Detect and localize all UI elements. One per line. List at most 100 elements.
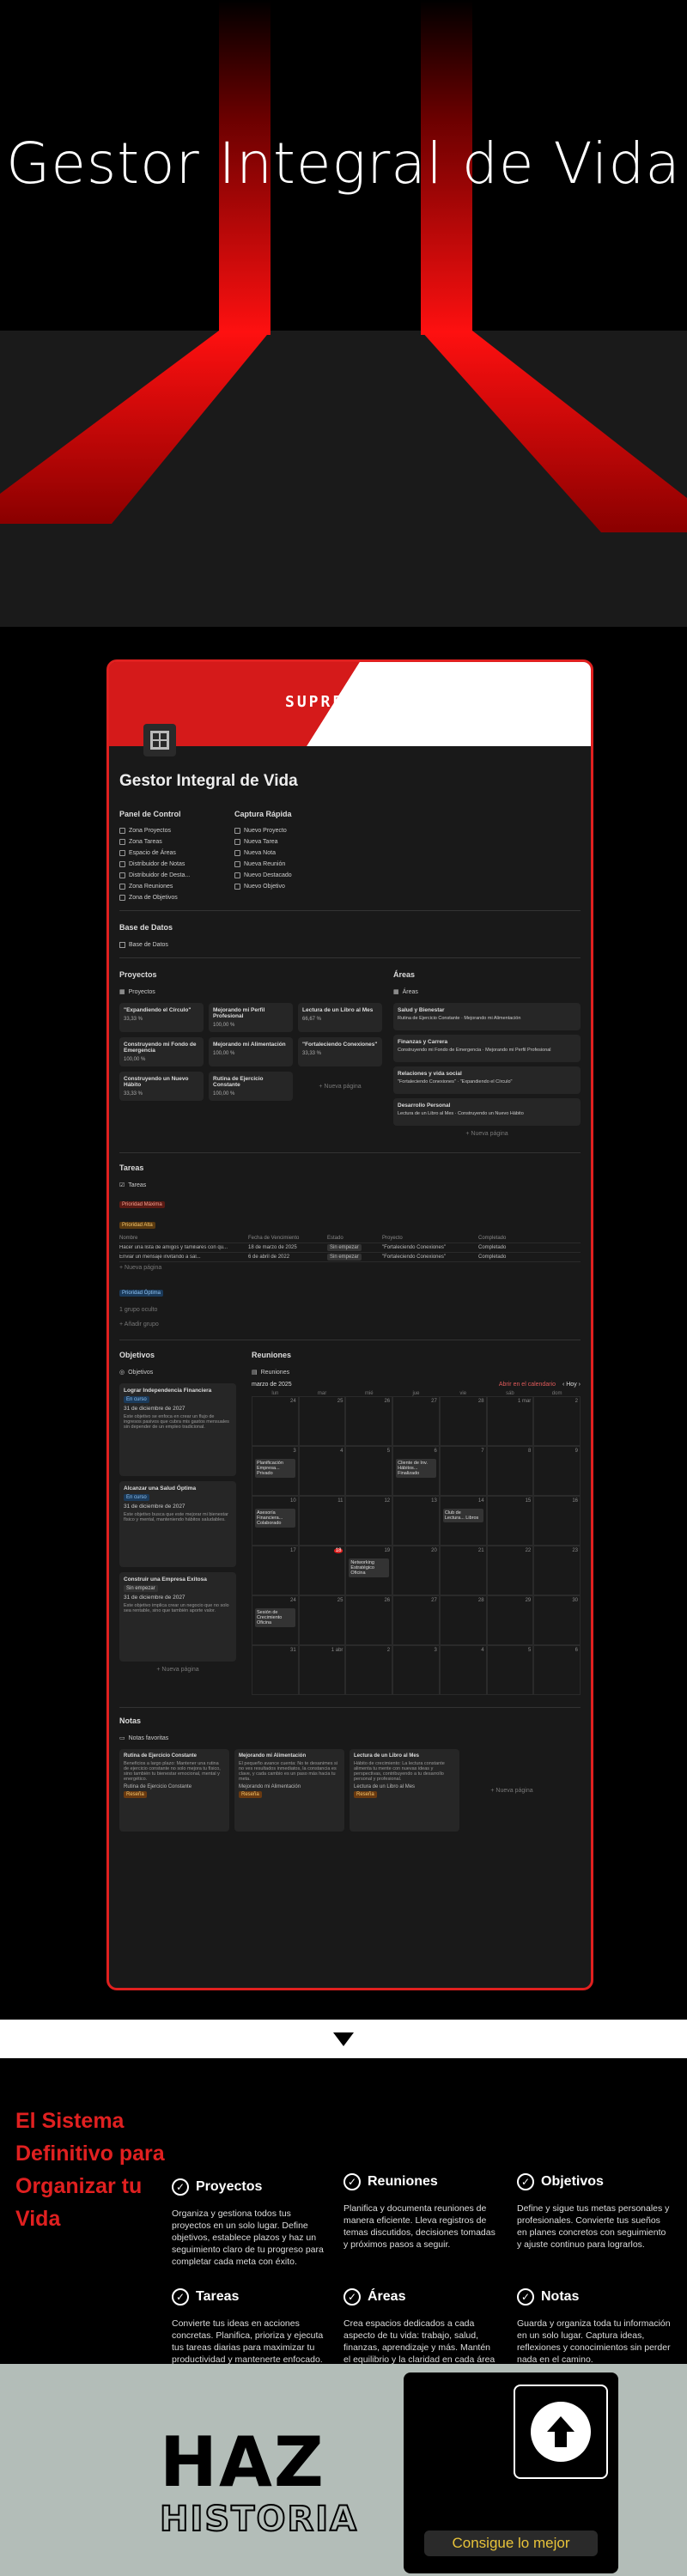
tasks-db-link[interactable]: ☑ Tareas (119, 1179, 581, 1191)
objective-card[interactable]: Lograr Independencia Financiera En curso… (119, 1383, 236, 1476)
objective-card[interactable]: Alcanzar una Salud Óptima En curso 31 de… (119, 1481, 236, 1567)
hidden-group-toggle[interactable]: 1 grupo oculto (119, 1307, 581, 1313)
calendar-day[interactable]: 6 (533, 1645, 581, 1695)
note-card[interactable]: Lectura de un Libro al Mes Hábito de cre… (350, 1749, 459, 1832)
calendar-day[interactable]: 26 (345, 1396, 393, 1446)
project-card[interactable]: "Expandiendo el Círculo" 33,33 % (119, 1003, 204, 1032)
quick-capture-button[interactable]: Nuevo Proyecto (234, 825, 337, 836)
calendar-day[interactable]: 27 (392, 1595, 440, 1645)
new-note-button[interactable]: + Nueva página (465, 1749, 559, 1832)
calendar-day[interactable]: 3 (392, 1645, 440, 1695)
database-link[interactable]: Base de Datos (119, 939, 581, 951)
next-month-icon[interactable]: › (579, 1382, 581, 1388)
calendar-day[interactable]: 18 (298, 1546, 346, 1595)
calendar-day[interactable]: 25 (298, 1595, 346, 1645)
calendar-day[interactable]: 14 Club de Lectura... Libros (439, 1496, 487, 1546)
get-the-best-button[interactable]: Consigue lo mejor (424, 2530, 598, 2556)
calendar-day[interactable]: 15 (486, 1496, 534, 1546)
calendar-day[interactable]: 10 Asesoría Financiera... Colaborado (252, 1496, 299, 1546)
control-link[interactable]: Distribuidor de Desta... (119, 870, 205, 881)
new-objective-button[interactable]: + Nueva página (119, 1667, 236, 1673)
project-card[interactable]: Rutina de Ejercicio Constante 100,00 % (209, 1072, 293, 1101)
calendar-event[interactable]: Planificación Empresa... Privado (255, 1459, 295, 1478)
objectives-db-link[interactable]: ◎ Objetivos (119, 1366, 236, 1378)
priority-high-tag[interactable]: Prioridad Alta (119, 1222, 155, 1229)
prev-month-icon[interactable]: ‹ (562, 1382, 564, 1388)
calendar-day[interactable]: 13 (392, 1496, 440, 1546)
calendar-day[interactable]: 27 (392, 1396, 440, 1446)
control-link[interactable]: Zona de Objetivos (119, 892, 205, 903)
table-row[interactable]: Hacer una lista de amigos y familiares c… (119, 1243, 581, 1253)
calendar-day[interactable]: 28 (439, 1396, 487, 1446)
calendar-day[interactable]: 29 (486, 1595, 534, 1645)
quick-capture-button[interactable]: Nuevo Destacado (234, 870, 337, 881)
calendar-day[interactable]: 2 (533, 1396, 581, 1446)
today-button[interactable]: Hoy (566, 1382, 576, 1388)
area-card[interactable]: Finanzas y Carrera Construyendo mi Fondo … (393, 1035, 581, 1062)
open-calendar-link[interactable]: Abrir en el calendario (499, 1382, 556, 1388)
calendar-day[interactable]: 11 (298, 1496, 346, 1546)
control-link[interactable]: Zona Proyectos (119, 825, 205, 836)
calendar-day[interactable]: 5 (486, 1645, 534, 1695)
project-card[interactable]: Mejorando mi Alimentación 100,00 % (209, 1037, 293, 1066)
note-card[interactable]: Rutina de Ejercicio Constante Beneficios… (119, 1749, 229, 1832)
projects-db-link[interactable]: ▦ Proyectos (119, 986, 381, 998)
priority-max-tag[interactable]: Prioridad Máxima (119, 1201, 165, 1208)
project-card[interactable]: Lectura de un Libro al Mes 66,67 % (298, 1003, 382, 1032)
new-area-page-button[interactable]: + Nueva página (393, 1131, 581, 1137)
calendar-day[interactable]: 7 (439, 1446, 487, 1496)
area-card[interactable]: Desarrollo Personal Lectura de un Libro a… (393, 1098, 581, 1126)
new-task-button[interactable]: + Nueva página (119, 1265, 581, 1271)
control-link[interactable]: Espacio de Áreas (119, 848, 205, 859)
calendar-day[interactable]: 6 Cliente de Inv. Hábitos... Finalizado (392, 1446, 440, 1496)
project-card[interactable]: Construyendo mi Fondo de Emergencia 100,0… (119, 1037, 204, 1066)
table-row[interactable]: Enviar un mensaje invitando a sal... 6 d… (119, 1253, 581, 1262)
calendar-event[interactable]: Club de Lectura... Libros (442, 1509, 483, 1522)
add-group-button[interactable]: + Añadir grupo (119, 1321, 581, 1327)
area-card[interactable]: Relaciones y vida social "Fortaleciendo C… (393, 1066, 581, 1094)
new-project-page-button[interactable]: + Nueva página (298, 1072, 382, 1101)
calendar-event[interactable]: Cliente de Inv. Hábitos... Finalizado (396, 1459, 436, 1478)
areas-db-link[interactable]: ▦ Áreas (393, 986, 581, 998)
calendar-day[interactable]: 12 (345, 1496, 393, 1546)
calendar-day[interactable]: 4 (298, 1446, 346, 1496)
calendar-day[interactable]: 25 (298, 1396, 346, 1446)
note-card[interactable]: Mejorando mi Alimentación El pequeño ava… (234, 1749, 344, 1832)
calendar-day[interactable]: 1 mar (486, 1396, 534, 1446)
quick-capture-button[interactable]: Nuevo Objetivo (234, 881, 337, 892)
calendar-day[interactable]: 24 Sesión de Crecimiento Oficina (252, 1595, 299, 1645)
project-card[interactable]: Mejorando mi Perfil Profesional 100,00 % (209, 1003, 293, 1032)
notes-db-link[interactable]: ▭ Notas favoritas (119, 1732, 581, 1744)
calendar-event[interactable]: Networking Estratégico Oficina (349, 1558, 390, 1577)
control-link[interactable]: Zona Tareas (119, 836, 205, 848)
calendar-day[interactable]: 3 Planificación Empresa... Privado (252, 1446, 299, 1496)
quick-capture-button[interactable]: Nueva Reunión (234, 859, 337, 870)
calendar-day[interactable]: 30 (533, 1595, 581, 1645)
calendar-day[interactable]: 22 (486, 1546, 534, 1595)
meetings-db-link[interactable]: ▤ Reuniones (252, 1366, 581, 1378)
calendar-day[interactable]: 8 (486, 1446, 534, 1496)
priority-optimal-tag[interactable]: Prioridad Óptima (119, 1290, 164, 1297)
project-card[interactable]: Construyendo un Nuevo Hábito 33,33 % (119, 1072, 204, 1101)
calendar-day[interactable]: 28 (439, 1595, 487, 1645)
calendar-day[interactable]: 9 (533, 1446, 581, 1496)
calendar-day[interactable]: 2 (345, 1645, 393, 1695)
quick-capture-button[interactable]: Nueva Tarea (234, 836, 337, 848)
control-link[interactable]: Zona Reuniones (119, 881, 205, 892)
calendar-day[interactable]: 20 (392, 1546, 440, 1595)
calendar-event[interactable]: Asesoría Financiera... Colaborado (255, 1509, 295, 1528)
calendar-event[interactable]: Sesión de Crecimiento Oficina (255, 1608, 295, 1627)
control-link[interactable]: Distribuidor de Notas (119, 859, 205, 870)
scroll-top-button[interactable] (514, 2385, 608, 2479)
calendar-day[interactable]: 5 (345, 1446, 393, 1496)
calendar-day[interactable]: 17 (252, 1546, 299, 1595)
calendar-day[interactable]: 21 (439, 1546, 487, 1595)
project-card[interactable]: "Fortaleciendo Conexiones" 33,33 % (298, 1037, 382, 1066)
calendar-day[interactable]: 16 (533, 1496, 581, 1546)
area-card[interactable]: Salud y Bienestar Rutina de Ejercicio Con… (393, 1003, 581, 1030)
calendar-day[interactable]: 24 (252, 1396, 299, 1446)
calendar-day[interactable]: 19 Networking Estratégico Oficina (345, 1546, 393, 1595)
calendar-day[interactable]: 23 (533, 1546, 581, 1595)
calendar-day[interactable]: 1 abr (298, 1645, 346, 1695)
objective-card[interactable]: Construir una Empresa Exitosa Sin empeza… (119, 1572, 236, 1662)
